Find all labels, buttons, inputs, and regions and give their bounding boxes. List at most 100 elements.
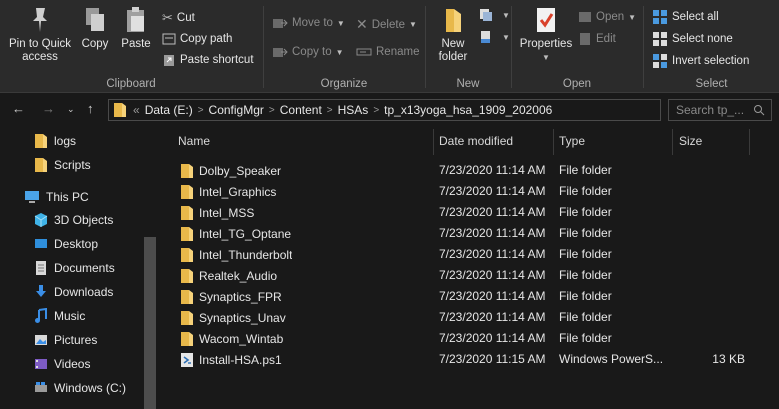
sidebar-item-music[interactable]: Music bbox=[34, 305, 85, 327]
cube-icon bbox=[34, 213, 48, 227]
navigation-pane: logs Scripts This PC 3D Objects Desktop … bbox=[0, 127, 158, 409]
sidebar-item-this-pc[interactable]: This PC bbox=[24, 186, 89, 208]
invert-selection-button[interactable]: Invert selection bbox=[652, 54, 749, 68]
sidebar-item-windows-c[interactable]: Windows (C:) bbox=[34, 377, 126, 399]
delete-button[interactable]: ✕ Delete ▼ bbox=[356, 16, 417, 33]
navigation-bar: ← → ⌄ ↑ « Data (E:) > ConfigMgr > Conten… bbox=[0, 93, 779, 127]
move-to-dropdown-icon: ▼ bbox=[336, 18, 345, 28]
sidebar-item-desktop[interactable]: Desktop bbox=[34, 233, 98, 255]
easy-access-button[interactable]: ▼ bbox=[478, 30, 510, 44]
open-icon bbox=[579, 12, 591, 22]
forward-arrow-icon[interactable]: → bbox=[42, 101, 55, 116]
file-row[interactable]: Install-HSA.ps1 7/23/2020 11:15 AM Windows… bbox=[158, 349, 779, 370]
music-icon bbox=[35, 308, 47, 323]
select-group: Select all Select none Invert selection … bbox=[644, 0, 779, 93]
sidebar-item-scripts[interactable]: Scripts bbox=[34, 154, 91, 176]
file-row[interactable]: Intel_Thunderbolt 7/23/2020 11:14 AM File … bbox=[158, 244, 779, 265]
select-all-icon bbox=[653, 10, 667, 24]
folder-icon bbox=[181, 332, 193, 346]
file-row[interactable]: Synaptics_FPR 7/23/2020 11:14 AM File fold… bbox=[158, 286, 779, 307]
breadcrumb-chevron-icon[interactable]: > bbox=[198, 105, 204, 116]
file-row[interactable]: Intel_TG_Optane 7/23/2020 11:14 AM File fo… bbox=[158, 223, 779, 244]
breadcrumb-hsas[interactable]: HSAs bbox=[338, 103, 369, 117]
breadcrumb-content[interactable]: Content bbox=[280, 103, 322, 117]
paste-shortcut-button[interactable]: Paste shortcut bbox=[162, 53, 254, 67]
pin-to-quick-access-button[interactable]: Pin to Quick access bbox=[4, 6, 76, 64]
column-header-name[interactable]: Name bbox=[178, 127, 433, 155]
edit-button[interactable]: Edit bbox=[578, 32, 616, 46]
folder-icon bbox=[181, 185, 193, 199]
recent-locations-chevron-icon[interactable]: ⌄ bbox=[67, 104, 75, 115]
search-box[interactable]: Search tp_... bbox=[668, 99, 772, 121]
file-name: Intel_Graphics bbox=[199, 185, 277, 199]
file-row[interactable]: Intel_MSS 7/23/2020 11:14 AM File folder bbox=[158, 202, 779, 223]
breadcrumb-chevron-icon[interactable]: > bbox=[327, 105, 333, 116]
file-name: Synaptics_Unav bbox=[199, 311, 286, 325]
file-row[interactable]: Wacom_Wintab 7/23/2020 11:14 AM File folde… bbox=[158, 328, 779, 349]
open-group: Properties ▼ Open ▼ Edit Open bbox=[512, 0, 642, 93]
column-divider[interactable] bbox=[553, 129, 554, 155]
properties-label: Properties bbox=[519, 38, 573, 50]
file-type: File folder bbox=[559, 184, 612, 198]
breadcrumb-configmgr[interactable]: ConfigMgr bbox=[209, 103, 264, 117]
column-header-size[interactable]: Size bbox=[679, 127, 749, 155]
breadcrumb-chevron-icon[interactable]: > bbox=[373, 105, 379, 116]
new-folder-button[interactable]: New folder bbox=[432, 6, 474, 64]
file-type: File folder bbox=[559, 331, 612, 345]
file-name: Intel_MSS bbox=[199, 206, 255, 220]
folder-icon bbox=[114, 103, 126, 117]
file-size: 13 KB bbox=[712, 352, 745, 366]
open-button[interactable]: Open ▼ bbox=[578, 10, 636, 24]
easy-access-dropdown-icon: ▼ bbox=[502, 32, 510, 42]
sidebar-scrollbar-thumb[interactable] bbox=[144, 237, 156, 409]
column-divider[interactable] bbox=[749, 129, 750, 155]
file-row[interactable]: Dolby_Speaker 7/23/2020 11:14 AM File fold… bbox=[158, 160, 779, 181]
select-all-button[interactable]: Select all bbox=[652, 10, 719, 24]
sidebar-item-downloads[interactable]: Downloads bbox=[34, 281, 113, 303]
address-overflow-icon[interactable]: « bbox=[133, 103, 140, 117]
delete-dropdown-icon: ▼ bbox=[408, 20, 417, 29]
file-date: 7/23/2020 11:14 AM bbox=[439, 247, 546, 261]
move-to-icon bbox=[273, 19, 288, 28]
copy-path-button[interactable]: Copy path bbox=[162, 32, 232, 46]
file-date: 7/23/2020 11:14 AM bbox=[439, 163, 546, 177]
copy-to-button[interactable]: Copy to ▼ bbox=[272, 45, 344, 59]
back-arrow-icon[interactable]: ← bbox=[12, 101, 25, 116]
up-arrow-icon[interactable]: ↑ bbox=[87, 101, 94, 116]
move-to-button[interactable]: Move to ▼ bbox=[272, 16, 345, 30]
sidebar-item-pictures[interactable]: Pictures bbox=[34, 329, 97, 351]
address-bar[interactable]: « Data (E:) > ConfigMgr > Content > HSAs… bbox=[108, 99, 661, 121]
file-date: 7/23/2020 11:14 AM bbox=[439, 331, 546, 345]
breadcrumb-chevron-icon[interactable]: > bbox=[269, 105, 275, 116]
folder-icon bbox=[181, 269, 193, 283]
select-none-button[interactable]: Select none bbox=[652, 32, 733, 46]
download-icon bbox=[36, 285, 46, 297]
new-item-dropdown-icon: ▼ bbox=[502, 10, 510, 20]
copy-button[interactable]: Copy bbox=[78, 6, 112, 51]
pin-label: Pin to Quick access bbox=[9, 38, 71, 63]
rename-button[interactable]: Rename bbox=[356, 45, 419, 59]
column-header-date-modified[interactable]: Date modified bbox=[439, 127, 554, 155]
sidebar-item-logs[interactable]: logs bbox=[34, 130, 76, 152]
file-row[interactable]: Realtek_Audio 7/23/2020 11:14 AM File fold… bbox=[158, 265, 779, 286]
properties-button[interactable]: Properties ▼ bbox=[516, 6, 576, 64]
new-item-button[interactable]: ▼ bbox=[478, 8, 510, 22]
column-header-type[interactable]: Type bbox=[559, 127, 669, 155]
organize-group: Move to ▼ ✕ Delete ▼ Copy to ▼ Rename Organ… bbox=[264, 0, 424, 93]
sidebar-item-videos[interactable]: Videos bbox=[34, 353, 90, 375]
sidebar-item-documents[interactable]: Documents bbox=[34, 257, 115, 279]
documents-icon bbox=[36, 261, 46, 275]
file-date: 7/23/2020 11:14 AM bbox=[439, 184, 546, 198]
paste-button[interactable]: Paste bbox=[118, 6, 154, 51]
column-divider[interactable] bbox=[433, 129, 434, 155]
sidebar-item-3d-objects[interactable]: 3D Objects bbox=[34, 209, 113, 231]
cut-button[interactable]: ✂ Cut bbox=[162, 10, 195, 26]
breadcrumb-data-e[interactable]: Data (E:) bbox=[145, 103, 193, 117]
file-row[interactable]: Intel_Graphics 7/23/2020 11:14 AM File fol… bbox=[158, 181, 779, 202]
copy-to-icon bbox=[273, 48, 288, 57]
file-name-cell: Intel_Graphics bbox=[180, 184, 276, 200]
breadcrumb-current-folder[interactable]: tp_x13yoga_hsa_1909_202006 bbox=[384, 103, 552, 117]
file-type: File folder bbox=[559, 163, 612, 177]
column-divider[interactable] bbox=[672, 129, 673, 155]
file-row[interactable]: Synaptics_Unav 7/23/2020 11:14 AM File fol… bbox=[158, 307, 779, 328]
